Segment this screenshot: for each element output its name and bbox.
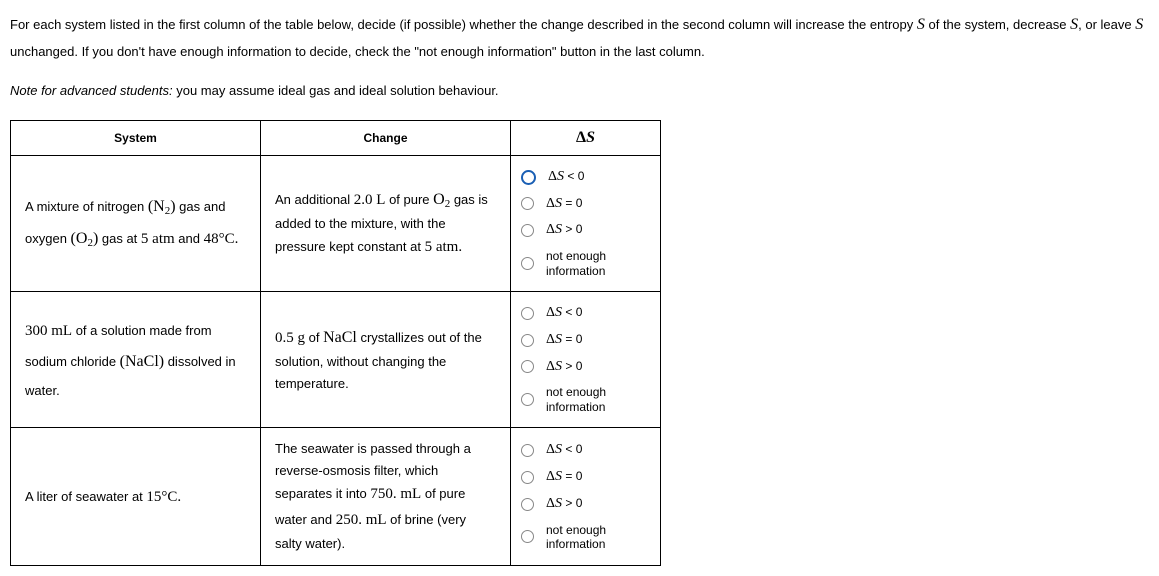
radio-eq[interactable] xyxy=(521,471,534,484)
option-nei-label: not enough information xyxy=(546,249,650,278)
instructions-text: For each system listed in the first colu… xyxy=(10,10,1149,65)
change-cell: An additional 2.0 L of pure O2 gas is ad… xyxy=(261,155,511,291)
option-nei-label: not enough information xyxy=(546,523,650,552)
radio-nei[interactable] xyxy=(521,530,534,543)
option-eq-label: ΔS = 0 xyxy=(546,332,582,349)
table-row: A mixture of nitrogen (N2) gas and oxyge… xyxy=(11,155,661,291)
header-change: Change xyxy=(261,120,511,155)
change-cell: 0.5 g of NaCl crystallizes out of the so… xyxy=(261,291,511,427)
note-text: Note for advanced students: you may assu… xyxy=(10,79,1149,104)
header-delta-s: ΔS xyxy=(511,120,661,155)
option-eq-label: ΔS = 0 xyxy=(546,196,582,213)
delta-cell: ΔS < 0 ΔS = 0 ΔS > 0 not enough informat… xyxy=(511,155,661,291)
radio-nei[interactable] xyxy=(521,257,534,270)
radio-gt[interactable] xyxy=(521,360,534,373)
option-gt-label: ΔS > 0 xyxy=(546,496,582,513)
radio-nei[interactable] xyxy=(521,393,534,406)
radio-lt[interactable] xyxy=(521,170,536,185)
delta-cell: ΔS < 0 ΔS = 0 ΔS > 0 not enough informat… xyxy=(511,428,661,566)
change-cell: The seawater is passed through a reverse… xyxy=(261,428,511,566)
option-gt-label: ΔS > 0 xyxy=(546,222,582,239)
radio-gt[interactable] xyxy=(521,224,534,237)
radio-lt[interactable] xyxy=(521,307,534,320)
system-cell: 300 mL of a solution made from sodium ch… xyxy=(11,291,261,427)
radio-eq[interactable] xyxy=(521,334,534,347)
option-eq-label: ΔS = 0 xyxy=(546,469,582,486)
radio-gt[interactable] xyxy=(521,498,534,511)
option-lt-label: ΔS < 0 xyxy=(546,305,582,322)
entropy-table: System Change ΔS A mixture of nitrogen (… xyxy=(10,120,661,567)
system-cell: A liter of seawater at 15°C. xyxy=(11,428,261,566)
option-lt-label: ΔS < 0 xyxy=(546,442,582,459)
option-lt-label: ΔS < 0 xyxy=(548,169,584,186)
delta-cell: ΔS < 0 ΔS = 0 ΔS > 0 not enough informat… xyxy=(511,291,661,427)
table-row: 300 mL of a solution made from sodium ch… xyxy=(11,291,661,427)
radio-eq[interactable] xyxy=(521,197,534,210)
radio-lt[interactable] xyxy=(521,444,534,457)
table-row: A liter of seawater at 15°C. The seawate… xyxy=(11,428,661,566)
option-gt-label: ΔS > 0 xyxy=(546,359,582,376)
option-nei-label: not enough information xyxy=(546,385,650,414)
header-system: System xyxy=(11,120,261,155)
system-cell: A mixture of nitrogen (N2) gas and oxyge… xyxy=(11,155,261,291)
